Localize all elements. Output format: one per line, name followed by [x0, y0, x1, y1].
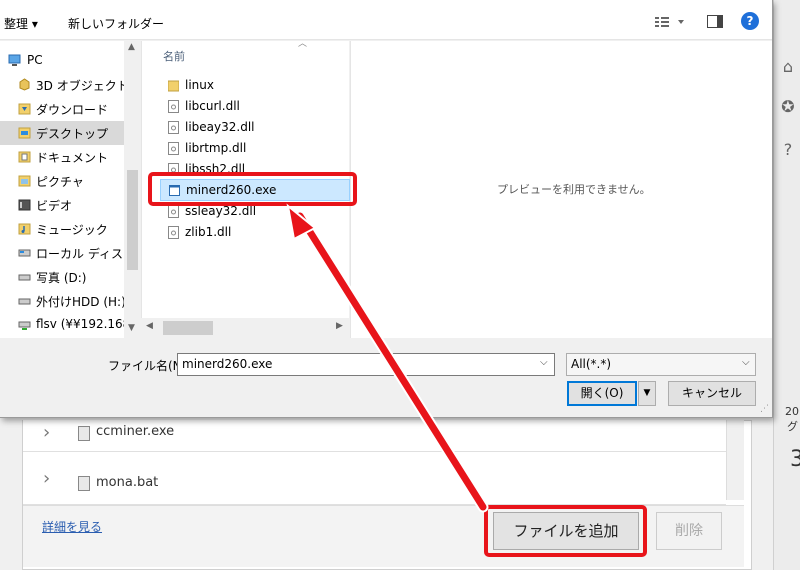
annotation-arrow — [286, 203, 489, 513]
